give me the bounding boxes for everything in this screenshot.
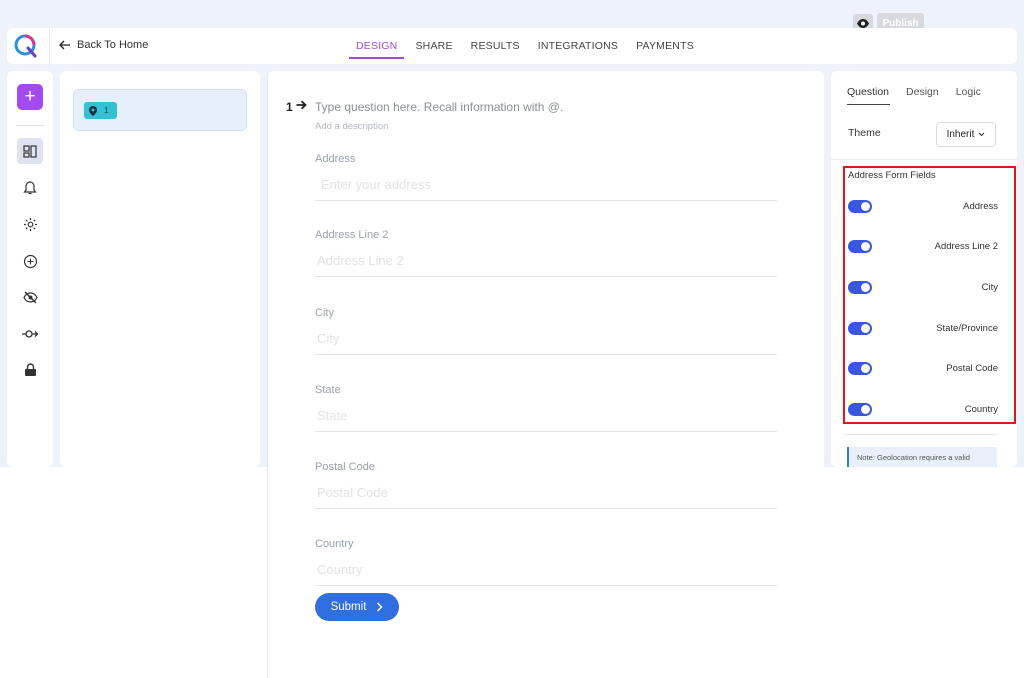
tab-integrations[interactable]: INTEGRATIONS	[529, 28, 627, 64]
toggle-label: Address	[963, 200, 998, 212]
bell-icon	[23, 180, 37, 194]
state-field: State State	[315, 384, 777, 432]
tab-payments[interactable]: PAYMENTS	[627, 28, 703, 64]
tab-logic[interactable]: Logic	[948, 71, 990, 107]
question-list-item[interactable]: 1	[73, 89, 247, 131]
address-toggle[interactable]	[848, 199, 872, 213]
panel-divider	[844, 434, 997, 435]
lock-icon	[24, 363, 36, 376]
country-toggle-row: Country	[848, 401, 998, 417]
layout-button[interactable]	[17, 138, 43, 164]
compass-icon	[23, 254, 37, 268]
state-province-toggle[interactable]	[848, 321, 872, 335]
chevron-right-icon	[377, 602, 383, 612]
question-number-label: 1	[286, 100, 307, 114]
address-toggle-row: Address	[848, 198, 998, 214]
visibility-button[interactable]	[17, 284, 43, 310]
field-label: Postal Code	[315, 461, 375, 473]
question-title-input[interactable]: Type question here. Recall information w…	[315, 100, 563, 114]
panel-divider	[831, 159, 1017, 160]
tab-share[interactable]: SHARE	[406, 28, 461, 64]
country-input[interactable]: Country	[315, 562, 777, 586]
question-list-panel: 1	[60, 71, 260, 467]
postal-code-field: Postal Code Postal Code	[315, 461, 777, 509]
toggle-label: State/Province	[936, 322, 998, 334]
field-label: State	[315, 384, 341, 396]
city-toggle-row: City	[848, 279, 998, 295]
address-line-2-toggle-row: Address Line 2	[848, 238, 998, 254]
notifications-button[interactable]	[17, 174, 43, 200]
location-pin-icon	[89, 105, 97, 116]
postal-code-toggle[interactable]	[848, 361, 872, 375]
address-fields-title: Address Form Fields	[848, 170, 936, 181]
chevron-down-icon	[979, 132, 985, 137]
settings-button[interactable]	[17, 211, 43, 237]
city-toggle[interactable]	[848, 280, 872, 294]
settings-tabs: Question Design Logic	[839, 71, 990, 107]
country-field: Country Country	[315, 538, 777, 586]
field-label: Country	[315, 538, 354, 550]
address-line-2-field: Address Line 2 Address Line 2	[315, 229, 777, 277]
app-logo[interactable]	[13, 33, 39, 59]
geolocation-note: Note: Geolocation requires a valid	[847, 447, 997, 467]
lock-button[interactable]	[17, 357, 43, 383]
field-label: Address Line 2	[315, 229, 389, 241]
question-badge: 1	[84, 102, 117, 119]
city-input[interactable]: City	[315, 331, 777, 355]
toggle-label: Postal Code	[946, 362, 998, 374]
question-description-input[interactable]: Add a description	[315, 121, 388, 132]
tab-results[interactable]: RESULTS	[462, 28, 529, 64]
tab-design-settings[interactable]: Design	[898, 71, 948, 107]
field-label: Address	[315, 153, 356, 165]
question-number: 1	[104, 106, 109, 115]
submit-label: Submit	[330, 601, 367, 613]
tab-question[interactable]: Question	[839, 71, 898, 107]
settings-panel: Question Design Logic Theme Inherit Addr…	[831, 71, 1017, 467]
address-line-2-toggle[interactable]	[848, 239, 872, 253]
country-toggle[interactable]	[848, 402, 872, 416]
submit-button[interactable]: Submit	[315, 593, 399, 621]
theme-value: Inherit	[946, 129, 975, 140]
address-line-2-input[interactable]: Address Line 2	[315, 253, 777, 277]
layout-icon	[23, 144, 37, 158]
arrow-left-icon	[59, 40, 70, 50]
logic-button[interactable]	[17, 321, 43, 347]
arrow-right-icon	[296, 100, 307, 110]
postal-code-input[interactable]: Postal Code	[315, 485, 777, 509]
state-toggle-row: State/Province	[848, 320, 998, 336]
theme-label: Theme	[848, 127, 881, 139]
state-input[interactable]: State	[315, 408, 777, 432]
logic-arrow-icon	[22, 330, 39, 338]
header-divider	[49, 28, 50, 64]
toggle-label: City	[981, 281, 998, 293]
postal-code-toggle-row: Postal Code	[848, 360, 998, 376]
main-nav: DESIGN SHARE RESULTS INTEGRATIONS PAYMEN…	[347, 28, 703, 64]
icon-sidebar: +	[7, 71, 53, 467]
back-to-home-link[interactable]: Back To Home	[59, 39, 148, 51]
tab-design[interactable]: DESIGN	[347, 28, 406, 64]
eye-icon	[857, 19, 869, 28]
address-input[interactable]: Enter your address	[315, 177, 777, 201]
field-label: City	[315, 307, 334, 319]
sidebar-divider	[16, 125, 44, 126]
city-field: City City	[315, 307, 777, 355]
address-field: Address Enter your address	[315, 153, 777, 201]
toggle-label: Address Line 2	[934, 240, 998, 252]
toggle-label: Country	[964, 403, 998, 415]
integrations-button[interactable]	[17, 248, 43, 274]
add-question-button[interactable]: +	[17, 84, 43, 110]
theme-select[interactable]: Inherit	[936, 122, 996, 147]
eye-slash-icon	[22, 291, 38, 303]
back-label: Back To Home	[77, 39, 149, 51]
gear-icon	[23, 217, 37, 231]
form-canvas: 1 Type question here. Recall information…	[267, 71, 824, 678]
top-header: Back To Home DESIGN SHARE RESULTS INTEGR…	[7, 28, 1017, 64]
